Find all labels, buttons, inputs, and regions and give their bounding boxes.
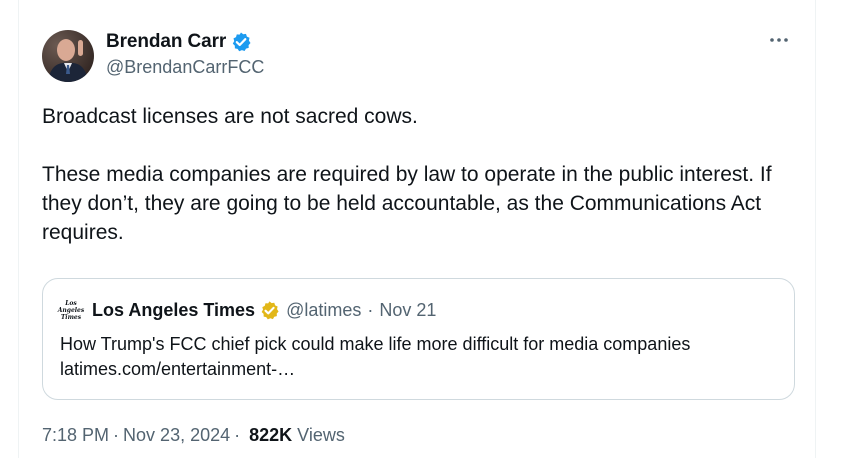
separator: ·	[367, 299, 374, 320]
more-options-icon[interactable]	[765, 30, 793, 50]
quoted-date[interactable]: Nov 21	[379, 300, 436, 321]
quoted-author-name[interactable]: Los Angeles Times	[92, 300, 255, 321]
logo-line: Times	[60, 313, 82, 321]
author-handle[interactable]: @BrendanCarrFCC	[106, 57, 264, 78]
gold-verified-badge-icon[interactable]	[259, 300, 280, 321]
quoted-tweet-text: How Trump's FCC chief pick could make li…	[60, 334, 691, 379]
separator: ·	[234, 425, 241, 445]
quoted-author-handle[interactable]: @latimes	[286, 300, 361, 321]
separator: ·	[113, 425, 120, 445]
verified-badge-icon[interactable]	[230, 31, 252, 53]
author-name[interactable]: Brendan Carr	[106, 31, 226, 53]
author-row: Brendan Carr	[106, 30, 252, 54]
tweet-paragraph: Broadcast licenses are not sacred cows.	[42, 105, 418, 128]
views-count: 822K	[249, 425, 293, 445]
logo-line: Angeles	[57, 306, 85, 314]
tweet-card: Brendan Carr @BrendanCarrFCC Broadcast l…	[18, 0, 816, 458]
latimes-logo-icon: Los Angeles Times	[57, 297, 85, 323]
tweet-date[interactable]: Nov 23, 2024	[123, 425, 230, 446]
avatar[interactable]	[42, 30, 94, 82]
views-label: Views	[297, 425, 345, 445]
tweet-metadata: 7:18 PM · Nov 23, 2024 · 822K Views	[42, 425, 345, 446]
tweet-time[interactable]: 7:18 PM	[42, 425, 109, 446]
tweet-paragraph: These media companies are required by la…	[42, 163, 772, 244]
tweet-text: Broadcast licenses are not sacred cows. …	[42, 102, 782, 247]
quoted-tweet-header: Los Angeles Times Los Angeles Times @lat…	[57, 297, 437, 323]
logo-line: Los	[65, 299, 77, 307]
quoted-tweet[interactable]: Los Angeles Times Los Angeles Times @lat…	[42, 278, 795, 400]
